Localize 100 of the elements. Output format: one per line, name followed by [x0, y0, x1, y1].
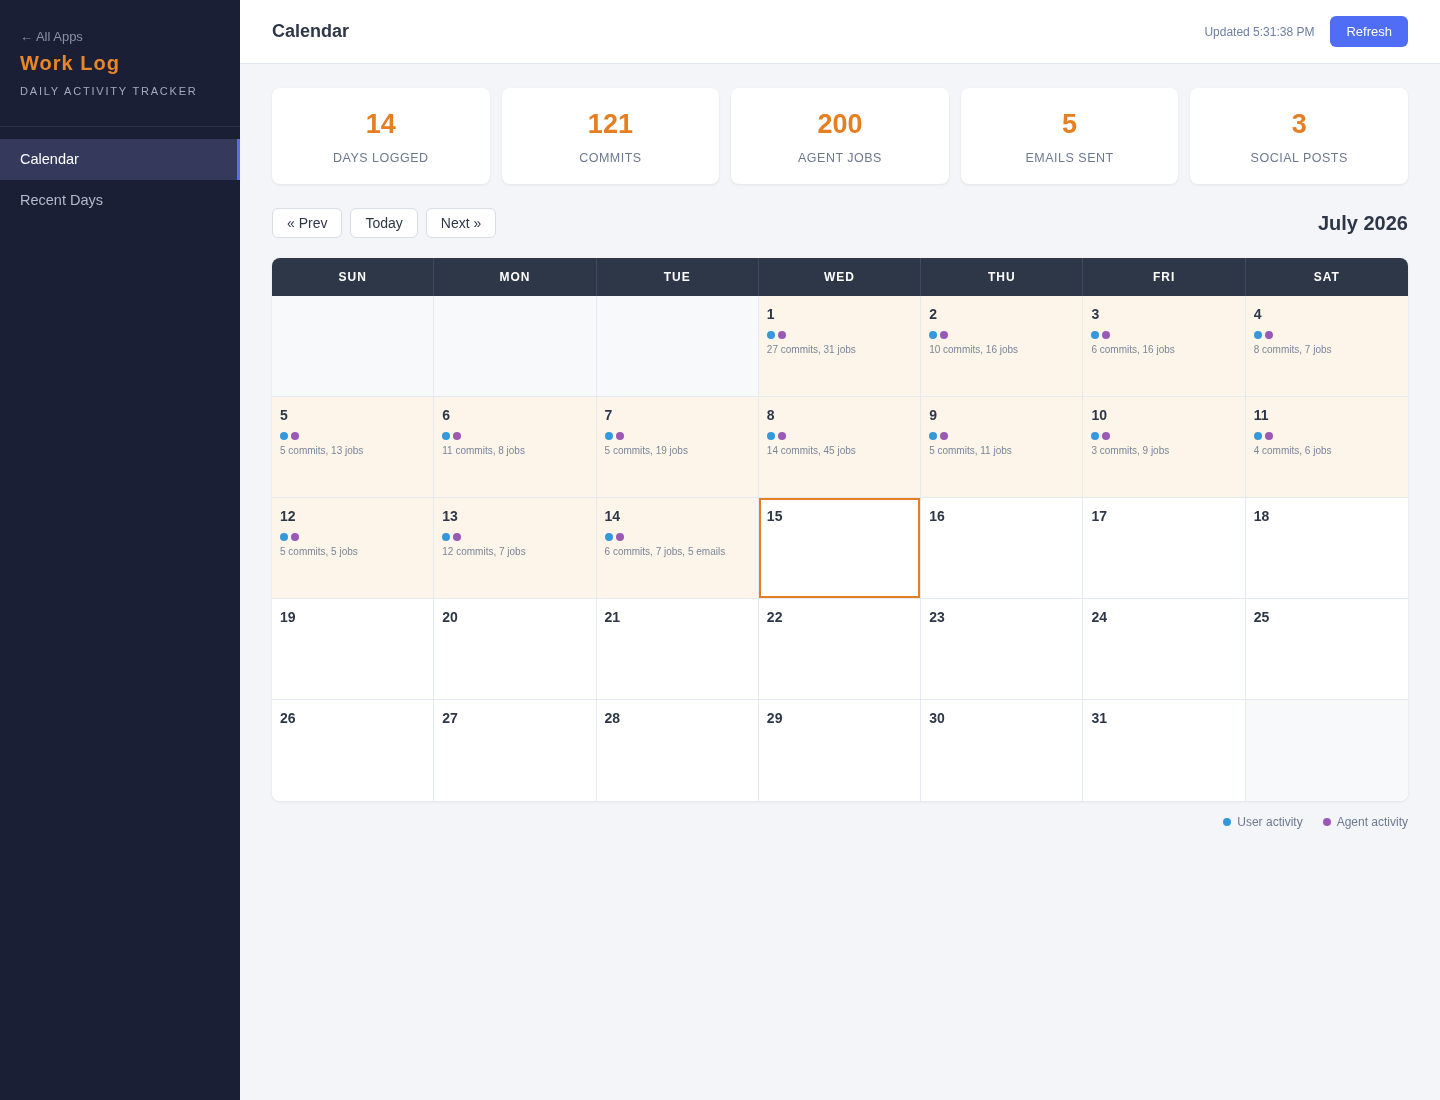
day-summary: 4 commits, 6 jobs — [1253, 444, 1333, 457]
calendar-day[interactable]: 11 4 commits, 6 jobs — [1245, 397, 1408, 498]
calendar-day[interactable]: 23 — [921, 599, 1084, 700]
calendar-day[interactable]: 12 5 commits, 5 jobs — [272, 498, 435, 599]
updated-time: Updated 5:31:38 PM — [1204, 24, 1315, 39]
stat-label: DAYS LOGGED — [332, 150, 430, 166]
day-number: 19 — [280, 609, 297, 625]
day-summary: 5 commits, 5 jobs — [280, 545, 359, 558]
calendar-day[interactable]: 9 5 commits, 11 jobs — [921, 397, 1084, 498]
calendar-day[interactable]: 27 — [434, 700, 597, 801]
day-number: 21 — [604, 609, 622, 625]
calendar-day[interactable]: 2 10 commits, 16 jobs — [921, 296, 1084, 397]
calendar-day[interactable]: 31 — [1083, 700, 1246, 801]
day-number: 18 — [1253, 508, 1271, 524]
calendar-day[interactable]: 14 6 commits, 7 jobs, 5 emails — [596, 498, 759, 599]
app-title: Work Log — [20, 51, 121, 75]
calendar-day[interactable]: 17 — [1083, 498, 1246, 599]
weekday-label: SUN — [338, 270, 367, 284]
day-summary: 5 commits, 19 jobs — [604, 444, 689, 457]
day-number: 29 — [766, 710, 784, 726]
day-summary: 11 commits, 8 jobs — [442, 444, 526, 457]
weekday-label: TUE — [663, 270, 691, 284]
calendar-day[interactable]: 22 — [758, 599, 922, 700]
day-number: 30 — [929, 710, 946, 726]
day-summary: 12 commits, 7 jobs — [442, 545, 527, 558]
calendar-day[interactable]: 20 — [434, 599, 597, 700]
stat-value: 121 — [586, 108, 634, 140]
day-number: 7 — [604, 407, 614, 423]
weekday-label: THU — [987, 270, 1016, 284]
calendar-day[interactable]: 24 — [1083, 599, 1246, 700]
calendar-day[interactable]: 16 — [921, 498, 1084, 599]
all-apps-link[interactable]: ← All Apps — [20, 28, 220, 46]
day-number: 5 — [280, 407, 289, 423]
day-number: 25 — [1253, 609, 1271, 625]
weekday-label: WED — [824, 270, 855, 284]
stat-value: 200 — [816, 108, 864, 140]
stat-label: SOCIAL POSTS — [1249, 150, 1349, 166]
calendar-day[interactable]: 3 6 commits, 16 jobs — [1083, 296, 1246, 397]
calendar-day[interactable]: 19 — [272, 599, 435, 700]
day-number: 20 — [442, 609, 459, 625]
day-number: 27 — [442, 710, 459, 726]
day-number: 3 — [1091, 306, 1101, 322]
stat-value: 14 — [364, 108, 397, 140]
day-summary: 10 commits, 16 jobs — [929, 343, 1020, 356]
day-number: 10 — [1091, 407, 1108, 423]
day-number: 15 — [766, 508, 784, 524]
calendar-nav-button[interactable]: « Prev — [272, 208, 343, 238]
calendar-day[interactable]: 28 — [596, 700, 759, 801]
stat-label: EMAILS SENT — [1024, 150, 1115, 166]
month-title: July 2026 — [1317, 211, 1408, 235]
calendar-day[interactable]: 10 3 commits, 9 jobs — [1083, 397, 1246, 498]
day-number: 8 — [766, 407, 776, 423]
calendar-day[interactable]: 18 — [1245, 498, 1408, 599]
day-number: 6 — [442, 407, 452, 423]
day-number: 26 — [280, 710, 297, 726]
day-summary: 27 commits, 31 jobs — [766, 343, 857, 356]
calendar-nav-button[interactable]: Next » — [425, 208, 497, 238]
day-number: 31 — [1091, 710, 1108, 726]
calendar-day[interactable]: 13 12 commits, 7 jobs — [434, 498, 597, 599]
calendar-day[interactable]: 8 14 commits, 45 jobs — [758, 397, 922, 498]
calendar-nav-button[interactable]: Today — [350, 208, 418, 238]
day-number: 9 — [929, 407, 938, 423]
calendar-day[interactable]: 7 5 commits, 19 jobs — [596, 397, 759, 498]
calendar-day[interactable]: 30 — [921, 700, 1084, 801]
legend-label: User activity — [1237, 815, 1303, 829]
day-number: 16 — [929, 508, 946, 524]
day-summary: 3 commits, 9 jobs — [1091, 444, 1171, 457]
day-number: 14 — [604, 508, 622, 524]
calendar-day[interactable]: 5 5 commits, 13 jobs — [272, 397, 435, 498]
day-summary: 8 commits, 7 jobs — [1253, 343, 1333, 356]
day-number: 1 — [766, 306, 776, 322]
day-number: 12 — [280, 508, 297, 524]
day-number: 4 — [1253, 306, 1263, 322]
weekday-label: FRI — [1152, 270, 1176, 284]
weekday-label: MON — [499, 270, 531, 284]
stat-value: 3 — [1290, 108, 1308, 140]
day-number: 22 — [766, 609, 784, 625]
day-summary: 6 commits, 7 jobs, 5 emails — [604, 545, 727, 558]
day-number: 11 — [1253, 407, 1270, 423]
calendar-day[interactable]: 4 8 commits, 7 jobs — [1245, 296, 1408, 397]
calendar-day[interactable]: 6 11 commits, 8 jobs — [434, 397, 597, 498]
day-number: 17 — [1091, 508, 1108, 524]
day-number: 23 — [929, 609, 946, 625]
sidebar-item[interactable]: Calendar — [0, 139, 240, 180]
day-summary: 5 commits, 13 jobs — [280, 444, 365, 457]
calendar-day[interactable]: 25 — [1245, 599, 1408, 700]
legend-label: Agent activity — [1336, 815, 1408, 829]
day-summary: 14 commits, 45 jobs — [766, 444, 857, 457]
calendar-day[interactable]: 15 — [758, 498, 922, 599]
weekday-label: SAT — [1313, 270, 1340, 284]
sidebar-item[interactable]: Recent Days — [0, 180, 240, 221]
day-summary: 6 commits, 16 jobs — [1091, 343, 1176, 356]
calendar-day[interactable]: 29 — [758, 700, 922, 801]
calendar-day[interactable]: 26 — [272, 700, 435, 801]
day-number: 28 — [604, 710, 622, 726]
day-number: 2 — [929, 306, 938, 322]
calendar-day[interactable]: 1 27 commits, 31 jobs — [758, 296, 922, 397]
calendar-day[interactable]: 21 — [596, 599, 759, 700]
day-number: 13 — [442, 508, 459, 524]
refresh-button[interactable]: Refresh — [1330, 16, 1408, 47]
